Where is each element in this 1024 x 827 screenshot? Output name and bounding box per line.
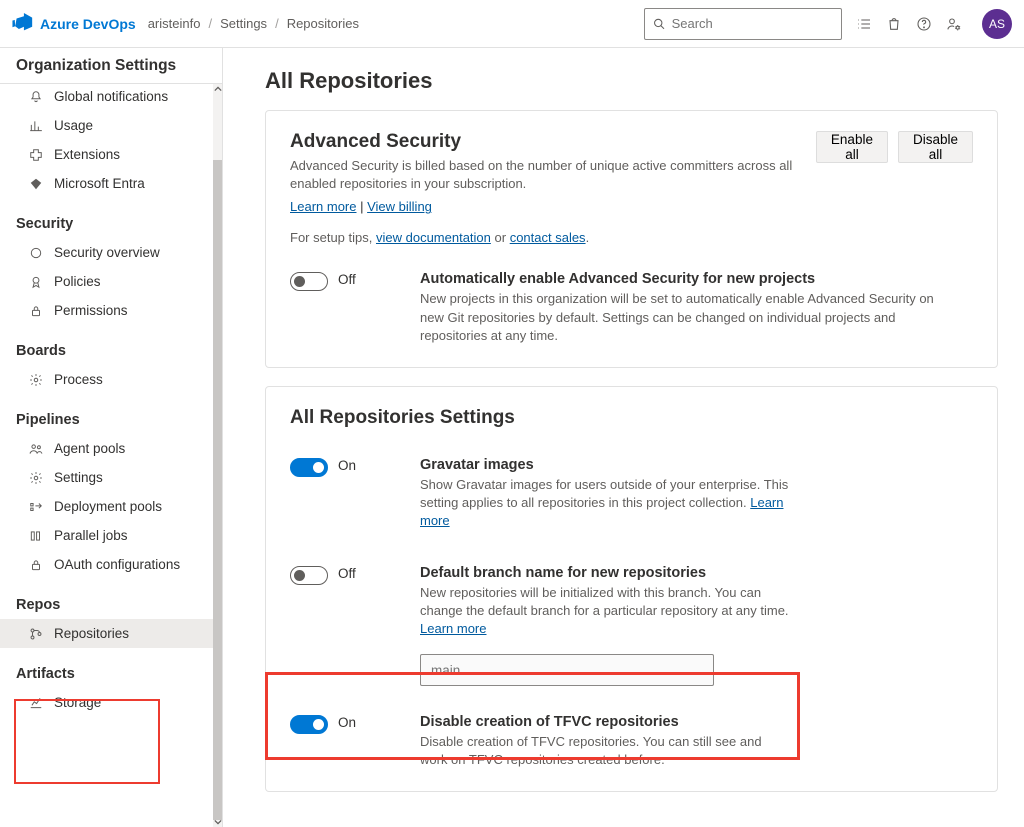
default-branch-input[interactable] [420,654,714,686]
adv-setup-tips: For setup tips, view documentation or co… [290,230,973,245]
search-box[interactable] [644,8,842,40]
sidebar-scrollbar[interactable] [213,84,222,827]
advanced-security-card: Advanced Security Advanced Security is b… [265,110,998,368]
contact-sales-link[interactable]: contact sales [510,230,586,245]
page-title: All Repositories [265,68,998,94]
header-actions: AS [856,9,1012,39]
sidebar-item-storage[interactable]: Storage [0,688,222,717]
sidebar-section-repos: Repos [0,579,222,619]
search-input[interactable] [672,16,833,31]
sidebar: Organization Settings Billing Global not… [0,48,223,827]
sidebar-item-deployment-pools[interactable]: Deployment pools [0,492,222,521]
deploy-icon [28,500,44,514]
main-content: All Repositories Advanced Security Advan… [223,48,1024,827]
default-branch-learn-more-link[interactable]: Learn more [420,621,486,636]
default-branch-desc: New repositories will be initialized wit… [420,584,790,639]
auto-enable-title: Automatically enable Advanced Security f… [420,271,960,287]
repo-settings-title: All Repositories Settings [290,407,973,429]
adv-learn-more-link[interactable]: Learn more [290,199,356,214]
sidebar-item-permissions[interactable]: Permissions [0,296,222,325]
people-icon [28,442,44,456]
avatar[interactable]: AS [982,9,1012,39]
tfvc-desc: Disable creation of TFVC repositories. Y… [420,733,790,769]
sidebar-section-boards: Boards [0,325,222,365]
gravatar-state: On [338,458,356,473]
logo[interactable]: Azure DevOps [12,13,136,35]
sidebar-item-process[interactable]: Process [0,365,222,394]
breadcrumb-repositories[interactable]: Repositories [287,16,359,31]
default-branch-title: Default branch name for new repositories [420,565,790,581]
list-icon[interactable] [856,16,872,32]
sidebar-section-security: Security [0,198,222,238]
entra-icon [28,177,44,191]
gravatar-toggle[interactable] [290,458,328,477]
azure-devops-icon [12,13,34,35]
columns-icon [28,529,44,543]
tfvc-state: On [338,715,356,730]
sidebar-item-repositories[interactable]: Repositories [0,619,222,648]
sidebar-item-security-overview[interactable]: Security overview [0,238,222,267]
gear-icon [28,373,44,387]
circle-icon [28,246,44,260]
enable-all-button[interactable]: Enable all [816,131,888,163]
adv-view-billing-link[interactable]: View billing [367,199,432,214]
user-settings-icon[interactable] [946,16,962,32]
sidebar-item-oauth[interactable]: OAuth configurations [0,550,222,579]
repo-settings-card: All Repositories Settings On Gravatar im… [265,386,998,793]
bell-icon [28,90,44,104]
view-documentation-link[interactable]: view documentation [376,230,491,245]
adv-security-title: Advanced Security [290,131,800,153]
sidebar-section-pipelines: Pipelines [0,394,222,434]
sidebar-item-parallel-jobs[interactable]: Parallel jobs [0,521,222,550]
adv-security-desc: Advanced Security is billed based on the… [290,157,800,193]
badge-icon [28,275,44,289]
auto-enable-state: Off [338,272,356,287]
gravatar-desc: Show Gravatar images for users outside o… [420,476,790,531]
default-branch-toggle[interactable] [290,566,328,585]
header: Azure DevOps aristeinfo / Settings / Rep… [0,0,1024,48]
tfvc-toggle[interactable] [290,715,328,734]
sidebar-item-agent-pools[interactable]: Agent pools [0,434,222,463]
default-branch-state: Off [338,566,356,581]
lock-icon [28,558,44,572]
sidebar-item-entra[interactable]: Microsoft Entra [0,169,222,198]
sidebar-item-pipeline-settings[interactable]: Settings [0,463,222,492]
sidebar-item-extensions[interactable]: Extensions [0,140,222,169]
side-content: Billing Global notifications Usage Exten… [0,84,222,717]
breadcrumb-org[interactable]: aristeinfo [148,16,201,31]
breadcrumb: aristeinfo / Settings / Repositories [148,16,359,31]
sidebar-item-global-notifications[interactable]: Global notifications [0,84,222,111]
lock-icon [28,304,44,318]
bag-icon[interactable] [886,16,902,32]
repo-icon [28,627,44,641]
sidebar-item-usage[interactable]: Usage [0,111,222,140]
scroll-down-icon[interactable] [213,817,222,827]
breadcrumb-settings[interactable]: Settings [220,16,267,31]
sidebar-item-policies[interactable]: Policies [0,267,222,296]
sidebar-title: Organization Settings [0,48,222,84]
chart-line-icon [28,696,44,710]
tfvc-title: Disable creation of TFVC repositories [420,714,790,730]
help-icon[interactable] [916,16,932,32]
sidebar-section-artifacts: Artifacts [0,648,222,688]
search-icon [653,17,666,31]
auto-enable-toggle[interactable] [290,272,328,291]
scroll-thumb[interactable] [213,160,222,820]
product-name: Azure DevOps [40,16,136,32]
scroll-up-icon[interactable] [213,84,222,94]
gravatar-title: Gravatar images [420,457,790,473]
chart-icon [28,119,44,133]
gear-icon [28,471,44,485]
auto-enable-desc: New projects in this organization will b… [420,290,960,345]
disable-all-button[interactable]: Disable all [898,131,973,163]
puzzle-icon [28,148,44,162]
